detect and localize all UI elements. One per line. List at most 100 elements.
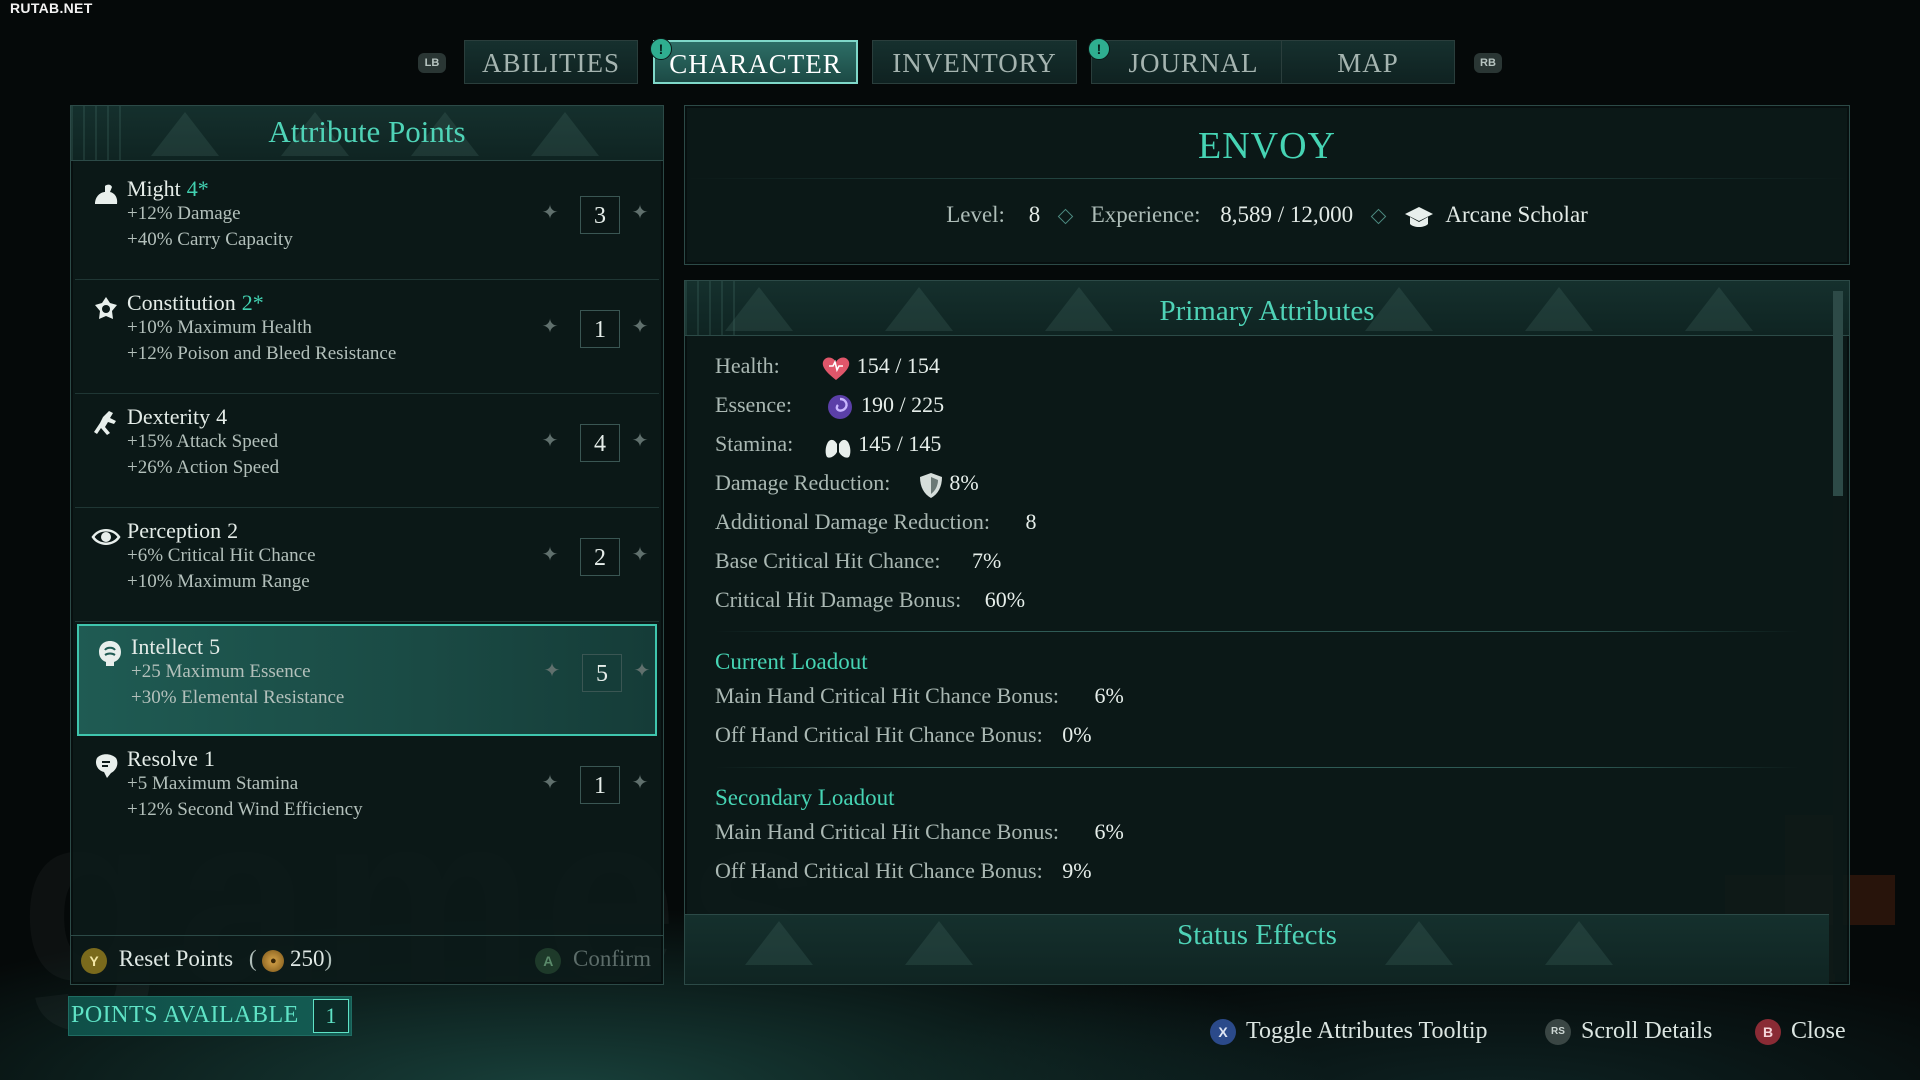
rb-bumper-button[interactable]: RB <box>1474 53 1502 73</box>
attribute-value-resolve: 1 <box>203 746 215 771</box>
current-main-hand-crit: Main Hand Critical Hit Chance Bonus: 6% <box>715 683 1124 708</box>
close-hint[interactable]: B Close <box>1755 1018 1846 1046</box>
secondary-off-hand-crit: Off Hand Critical Hit Chance Bonus: 9% <box>715 858 1092 883</box>
tab-inventory[interactable]: INVENTORY <box>872 40 1077 84</box>
perception-allocated-value: 2 <box>580 538 620 576</box>
coin-icon: ● <box>262 949 285 972</box>
reset-points-button[interactable]: Y Reset Points ( ● 250) <box>81 946 332 974</box>
attribute-bonus-line: +30% Elemental Resistance <box>131 687 345 708</box>
diamond-separator-icon <box>1057 208 1074 225</box>
essence-swirl-icon <box>828 394 853 419</box>
health-heart-icon <box>823 357 850 380</box>
intellect-allocated-value: 5 <box>582 654 622 692</box>
attribute-row-dexterity[interactable]: Dexterity 4 +15% Attack Speed +26% Action… <box>75 396 659 508</box>
section-divider <box>715 631 1799 632</box>
resolve-icon <box>95 754 118 778</box>
details-scrollbar-thumb[interactable] <box>1833 291 1843 496</box>
stat-stamina: Stamina: 145 / 145 <box>715 431 941 460</box>
attribute-bonus-line: +12% Second Wind Efficiency <box>127 799 363 820</box>
attribute-name-constitution: Constitution 2* <box>127 290 264 315</box>
might-allocated-value: 3 <box>580 196 620 234</box>
decrease-intellect-button[interactable]: ✦ <box>543 661 561 681</box>
character-alert-icon: ! <box>650 38 672 60</box>
current-loadout-title: Current Loadout <box>715 649 868 674</box>
attribute-value-perception: 2 <box>227 518 239 543</box>
reset-cost: 250 <box>290 946 325 971</box>
decrease-resolve-button[interactable]: ✦ <box>541 773 559 793</box>
points-available-bar: POINTS AVAILABLE 1 <box>68 996 352 1036</box>
increase-resolve-button[interactable]: ✦ <box>631 773 649 793</box>
attribute-panel-header: Attribute Points <box>71 106 663 161</box>
constitution-allocated-value: 1 <box>580 310 620 348</box>
y-button-icon: Y <box>81 947 107 974</box>
increase-constitution-button[interactable]: ✦ <box>631 317 649 337</box>
constitution-icon <box>95 297 117 319</box>
decrease-dexterity-button[interactable]: ✦ <box>541 431 559 451</box>
attribute-bonus-line: +6% Critical Hit Chance <box>127 545 316 566</box>
lb-bumper-button[interactable]: LB <box>418 53 446 73</box>
attribute-bonus-line: +5 Maximum Stamina <box>127 773 299 794</box>
rs-button-icon: RS <box>1545 1019 1571 1046</box>
secondary-main-hand-crit: Main Hand Critical Hit Chance Bonus: 6% <box>715 819 1124 844</box>
attribute-name-perception: Perception 2 <box>127 518 239 543</box>
toggle-tooltip-hint[interactable]: X Toggle Attributes Tooltip <box>1210 1018 1488 1046</box>
increase-perception-button[interactable]: ✦ <box>631 545 649 565</box>
might-icon <box>95 184 118 204</box>
attribute-bonus-line: +10% Maximum Health <box>127 317 312 338</box>
secondary-loadout-title: Secondary Loadout <box>715 785 895 810</box>
points-available-label: POINTS AVAILABLE <box>71 1002 299 1028</box>
primary-attributes-panel: Primary Attributes Health: 154 / 154 Ess… <box>684 280 1850 985</box>
points-available-value: 1 <box>313 999 349 1033</box>
decrease-constitution-button[interactable]: ✦ <box>541 317 559 337</box>
diamond-separator-icon <box>1370 208 1387 225</box>
character-summary-panel: ENVOY Level: 8 Experience: 8,589 / 12,00… <box>684 105 1850 265</box>
tab-journal[interactable]: JOURNAL <box>1091 40 1296 84</box>
attribute-row-perception[interactable]: Perception 2 +6% Critical Hit Chance +10%… <box>75 510 659 622</box>
attribute-value-intellect: 5 <box>209 634 221 659</box>
attribute-bonus-line: +25 Maximum Essence <box>131 661 311 682</box>
decrease-might-button[interactable]: ✦ <box>541 203 559 223</box>
tab-map[interactable]: MAP <box>1281 40 1455 84</box>
experience-value: 8,589 / 12,000 <box>1220 202 1354 227</box>
tab-abilities[interactable]: ABILITIES <box>464 40 638 84</box>
increase-might-button[interactable]: ✦ <box>631 203 649 223</box>
stat-damage-reduction: Damage Reduction: 8% <box>715 470 979 499</box>
scroll-details-label: Scroll Details <box>1581 1018 1713 1044</box>
reset-points-label: Reset Points <box>118 946 234 971</box>
journal-alert-icon: ! <box>1088 38 1110 60</box>
details-scrollbar[interactable] <box>1833 291 1843 974</box>
attribute-row-might[interactable]: Might 4* +12% Damage +40% Carry Capacity … <box>75 168 659 280</box>
attribute-value-constitution: 2* <box>241 290 264 315</box>
status-effects-title: Status Effects <box>1177 919 1337 951</box>
scroll-details-hint[interactable]: RS Scroll Details <box>1545 1018 1713 1046</box>
increase-intellect-button[interactable]: ✦ <box>633 661 651 681</box>
attribute-row-intellect[interactable]: Intellect 5 +25 Maximum Essence +30% Elem… <box>77 624 657 736</box>
x-button-icon: X <box>1210 1019 1236 1046</box>
level-experience-row: Level: 8 Experience: 8,589 / 12,000 Arca… <box>685 202 1849 229</box>
level-value: 8 <box>1028 202 1041 227</box>
shield-icon <box>919 472 942 498</box>
attribute-name-intellect: Intellect 5 <box>131 634 221 659</box>
attribute-row-constitution[interactable]: Constitution 2* +10% Maximum Health +12% … <box>75 282 659 394</box>
increase-dexterity-button[interactable]: ✦ <box>631 431 649 451</box>
intellect-icon <box>99 641 121 666</box>
confirm-label: Confirm <box>573 946 651 971</box>
experience-label: Experience: <box>1090 202 1201 227</box>
attribute-row-resolve[interactable]: Resolve 1 +5 Maximum Stamina +12% Second … <box>75 738 659 850</box>
site-watermark: RUTAB.NET <box>10 0 93 16</box>
status-effects-header: Status Effects <box>685 914 1829 984</box>
attribute-name-dexterity: Dexterity 4 <box>127 404 228 429</box>
attribute-bonus-line: +12% Poison and Bleed Resistance <box>127 343 397 364</box>
attribute-name-resolve: Resolve 1 <box>127 746 215 771</box>
attribute-value-dexterity: 4 <box>216 404 228 429</box>
tab-character[interactable]: CHARACTER <box>653 40 858 84</box>
graduation-cap-icon <box>1404 206 1433 227</box>
primary-attributes-title: Primary Attributes <box>1159 295 1375 327</box>
close-label: Close <box>1791 1018 1846 1044</box>
decrease-perception-button[interactable]: ✦ <box>541 545 559 565</box>
confirm-button[interactable]: A Confirm <box>535 946 651 974</box>
resolve-allocated-value: 1 <box>580 766 620 804</box>
primary-attributes-header: Primary Attributes <box>685 281 1849 336</box>
stat-base-critical-hit-chance: Base Critical Hit Chance: 7% <box>715 548 1002 573</box>
dexterity-allocated-value: 4 <box>580 424 620 462</box>
